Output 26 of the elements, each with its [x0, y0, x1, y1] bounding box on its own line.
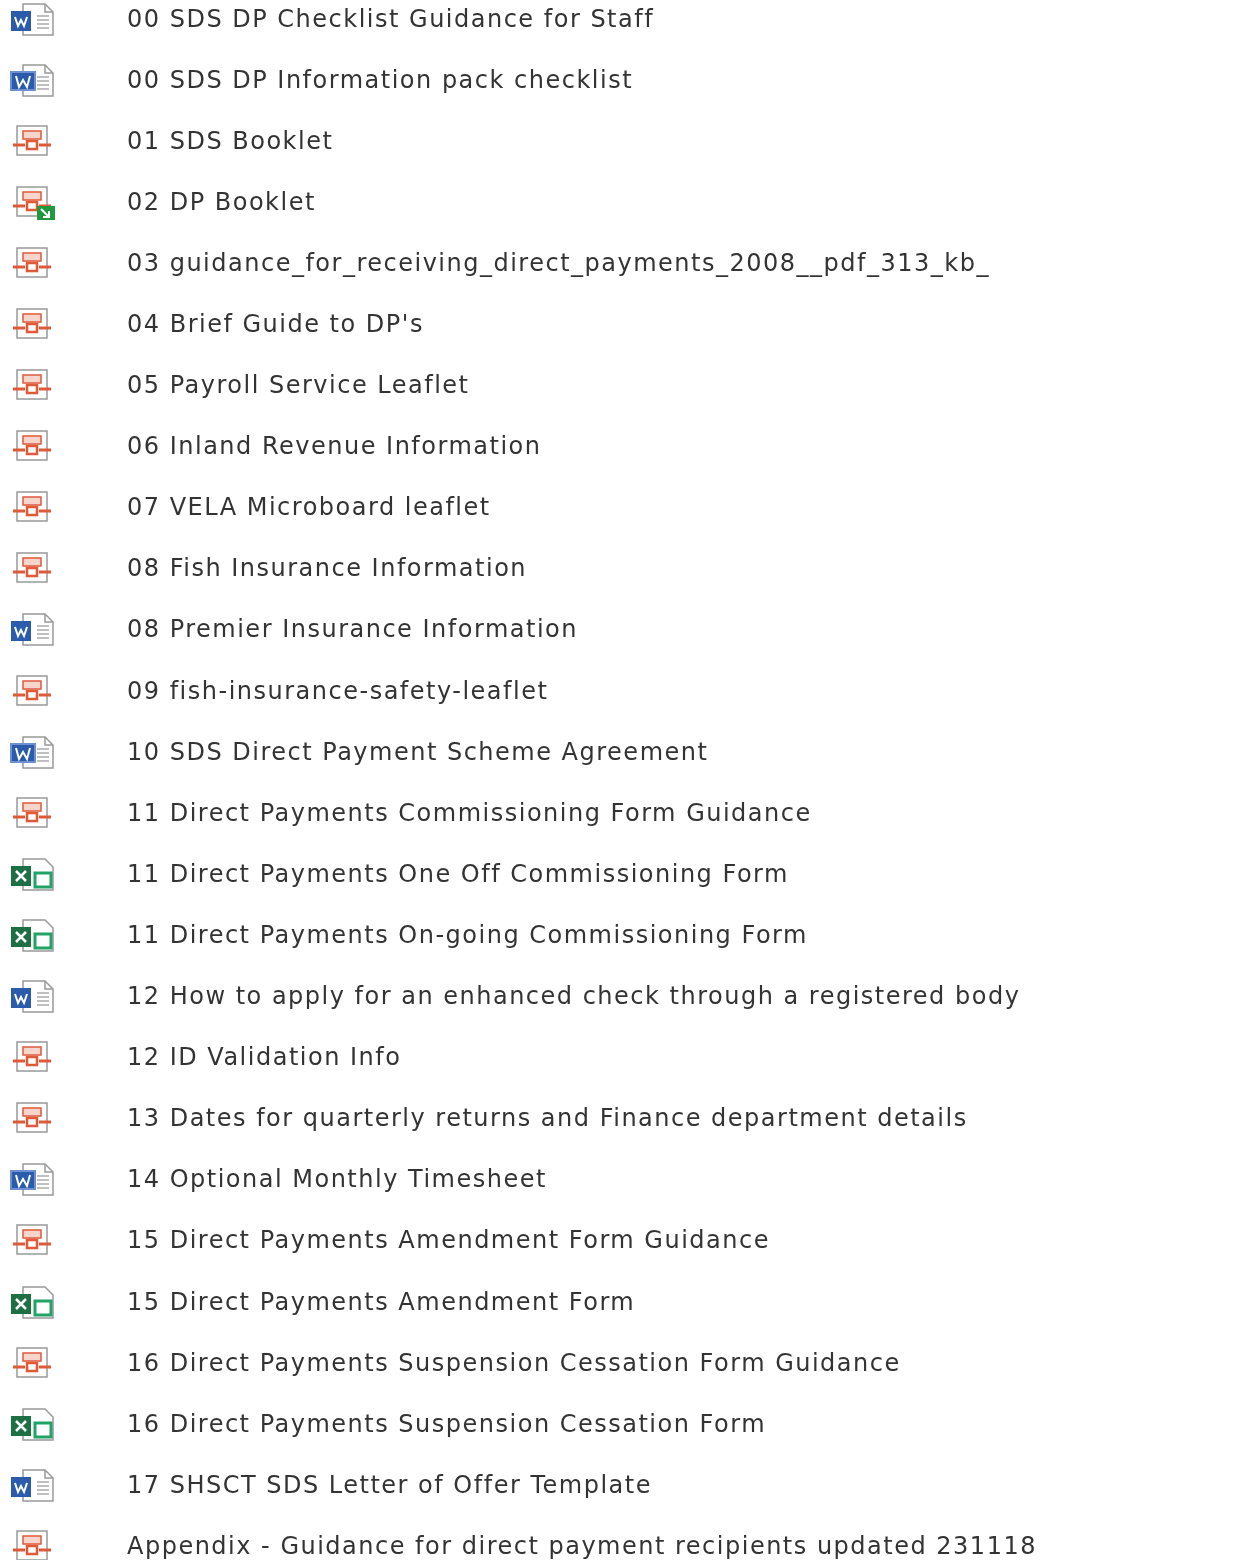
file-name-link[interactable]: 00 SDS DP Checklist Guidance for Staff	[127, 4, 655, 33]
file-name-link[interactable]: 03 guidance_for_receiving_direct_payments_2008__pdf_313_kb_	[127, 248, 990, 277]
file-name-link[interactable]: 13 Dates for quarterly returns and Finance department details	[127, 1104, 968, 1133]
file-name-link[interactable]: 15 Direct Payments Amendment Form Guidance	[127, 1226, 770, 1255]
file-name-link[interactable]: 00 SDS DP Information pack checklist	[127, 65, 634, 94]
file-name-link[interactable]: 11 Direct Payments Commissioning Form Guidance	[127, 798, 812, 827]
file-name-link[interactable]: Appendix - Guidance for direct payment recipients updated 231118	[127, 1531, 1037, 1560]
file-name-link[interactable]: 14 Optional Monthly Timesheet	[127, 1165, 547, 1194]
file-name-link[interactable]: 05 Payroll Service Leaflet	[127, 371, 470, 400]
file-name-link[interactable]: 08 Fish Insurance Information	[127, 554, 528, 583]
file-name-link[interactable]: 15 Direct Payments Amendment Form	[127, 1287, 636, 1316]
file-name-link[interactable]: 12 How to apply for an enhanced check through a registered body	[127, 982, 1021, 1011]
file-name-link[interactable]: 12 ID Validation Info	[127, 1043, 402, 1072]
file-name-link[interactable]: 17 SHSCT SDS Letter of Offer Template	[127, 1470, 652, 1499]
file-name-link[interactable]: 16 Direct Payments Suspension Cessation Form	[127, 1409, 766, 1438]
file-name-link[interactable]: 02 DP Booklet	[127, 187, 316, 216]
file-name-link[interactable]: 04 Brief Guide to DP's	[127, 310, 424, 338]
file-name-link[interactable]: 11 Direct Payments One Off Commissioning Form	[127, 859, 789, 888]
file-name-link[interactable]: 08 Premier Insurance Information	[127, 615, 578, 644]
file-name-link[interactable]: 01 SDS Booklet	[127, 126, 334, 155]
file-name-link[interactable]: 09 fish-insurance-safety-leaflet	[127, 676, 549, 705]
file-name-link[interactable]: 07 VELA Microboard leaflet	[127, 493, 491, 522]
file-name-link[interactable]: 06 Inland Revenue Information	[127, 432, 542, 461]
file-name-link[interactable]: 10 SDS Direct Payment Scheme Agreement	[127, 737, 709, 766]
file-name-link[interactable]: 11 Direct Payments On-going Commissioning Form	[127, 920, 808, 949]
file-name-link[interactable]: 16 Direct Payments Suspension Cessation Form Guidance	[127, 1348, 901, 1377]
